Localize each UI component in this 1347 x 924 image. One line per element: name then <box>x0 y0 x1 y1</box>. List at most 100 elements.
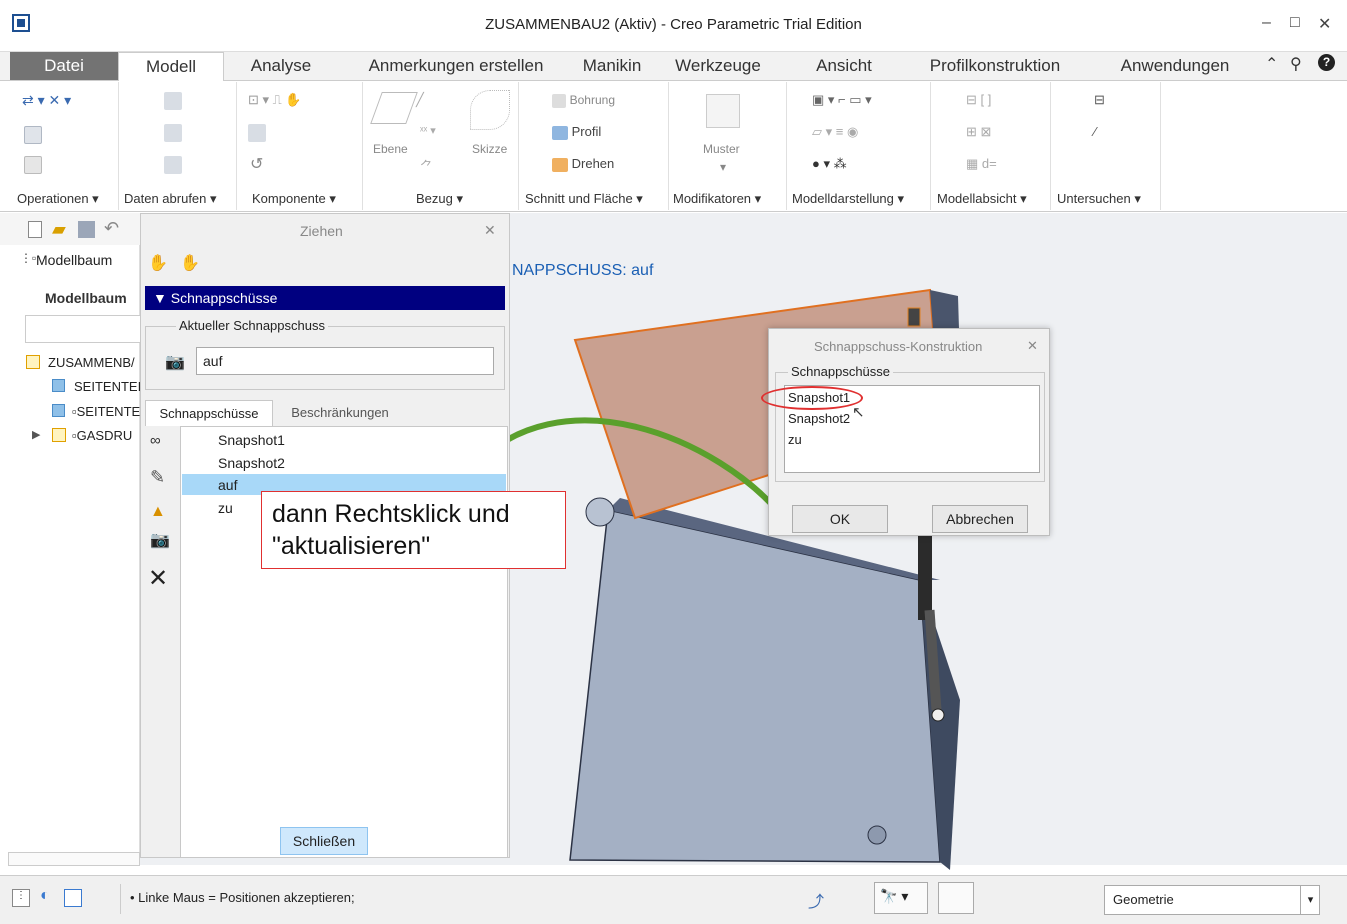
assemble-icon[interactable]: ⊡ ▾ ⎍ ✋ <box>248 92 302 108</box>
shrinkwrap-icon[interactable] <box>164 156 182 177</box>
ok-button[interactable]: OK <box>792 505 888 533</box>
tab-anwendungen[interactable]: Anwendungen <box>1105 52 1245 80</box>
dialog-close-button[interactable]: ✕ <box>1027 338 1038 354</box>
browser-icon[interactable]: ◐ <box>40 887 50 905</box>
hole-label: Bohrung <box>569 93 615 107</box>
group-modelldarstellung[interactable]: Modelldarstellung ▾ <box>792 188 904 210</box>
dialog-item-snapshot1[interactable]: Snapshot1 <box>788 390 850 405</box>
new-file-icon[interactable] <box>28 221 42 238</box>
group-daten-abrufen[interactable]: Daten abrufen ▾ <box>124 188 217 210</box>
edit-pencil-icon[interactable]: ✎ <box>150 467 165 488</box>
help-icon[interactable]: ? <box>1318 54 1335 71</box>
published-geometry-icon[interactable]: ⊟ [ ] <box>966 92 991 108</box>
group-schnitt-flaeche[interactable]: Schnitt und Fläche ▾ <box>525 188 643 210</box>
sketch-icon[interactable] <box>470 90 510 130</box>
dialog-item-zu[interactable]: zu <box>788 432 802 447</box>
parameters-icon[interactable]: ▦ d= <box>966 156 997 172</box>
pattern-icon[interactable] <box>706 94 740 128</box>
fullscreen-icon[interactable] <box>64 889 82 907</box>
tab-anmerkungen[interactable]: Anmerkungen erstellen <box>350 52 562 80</box>
tab-manikin[interactable]: Manikin <box>572 52 652 80</box>
tree-horizontal-scrollbar[interactable] <box>8 852 140 866</box>
tree-item-seitente[interactable]: ▫SEITENTE <box>72 404 140 419</box>
take-snapshot-icon[interactable]: 📷 <box>165 352 185 372</box>
drag-multi-icon[interactable]: ✋ <box>180 253 200 273</box>
point-icon[interactable]: ˣˣ ▾ <box>420 124 436 137</box>
copy-geometry-icon[interactable] <box>164 124 182 145</box>
axis-icon[interactable]: ╱ <box>416 92 424 108</box>
snapshot-item-auf[interactable]: auf <box>218 477 237 493</box>
tab-ansicht[interactable]: Ansicht <box>800 52 888 80</box>
selection-filter-dropdown[interactable]: Geometrie <box>1104 885 1320 915</box>
ziehen-close-button[interactable]: ✕ <box>484 222 496 239</box>
minimize-button[interactable]: – <box>1262 14 1271 32</box>
create-component-icon[interactable] <box>248 124 266 145</box>
snapshots-section-header[interactable]: ▼ Schnappschüsse <box>145 286 505 310</box>
search-icon[interactable]: ⚲ <box>1290 54 1302 74</box>
plane-label: Ebene <box>373 142 408 156</box>
tab-modell[interactable]: Modell <box>118 52 224 81</box>
open-folder-icon[interactable]: ▰ <box>52 219 66 240</box>
group-operationen[interactable]: Operationen ▾ <box>17 188 99 210</box>
tree-item-gasdru[interactable]: ▫GASDRU <box>72 428 132 443</box>
snapshot-item-2[interactable]: Snapshot2 <box>218 455 285 471</box>
view-cube-icon[interactable] <box>938 882 974 914</box>
model-tree-tab[interactable]: Modellbaum <box>36 252 112 268</box>
tab-werkzeuge[interactable]: Werkzeuge <box>662 52 774 80</box>
user-defined-feature-icon[interactable] <box>164 92 182 113</box>
paste-icon[interactable] <box>24 156 42 177</box>
group-komponente[interactable]: Komponente ▾ <box>252 188 336 210</box>
extrude-button[interactable]: Profil <box>552 124 601 140</box>
drag-components-icon[interactable]: ↺ <box>250 154 263 174</box>
dialog-item-snapshot2[interactable]: Snapshot2 <box>788 411 850 426</box>
tab-datei[interactable]: Datei <box>10 52 118 80</box>
tree-item-seitenteil[interactable]: SEITENTEIL <box>74 379 148 394</box>
gas-spring-eye <box>931 708 945 722</box>
explode-view-icon[interactable]: ▣ ▾ ⌐ ▭ ▾ <box>812 92 872 108</box>
maximize-button[interactable]: □ <box>1290 14 1300 32</box>
find-icon[interactable]: 🔭 ▾ <box>874 882 928 914</box>
cancel-button[interactable]: Abbrechen <box>932 505 1028 533</box>
part-icon <box>52 379 65 392</box>
close-window-button[interactable]: ✕ <box>1318 14 1331 34</box>
pattern-dropdown-icon[interactable]: ▾ <box>720 160 726 174</box>
chevron-down-icon[interactable]: ▾ <box>1300 885 1320 915</box>
drag-hand-icon[interactable]: ✋ <box>148 253 168 273</box>
hole-button[interactable]: Bohrung <box>552 92 615 108</box>
subassembly-icon <box>52 428 66 442</box>
show-snapshot-icon[interactable]: ∞ <box>150 432 161 449</box>
save-icon[interactable] <box>78 221 95 238</box>
group-untersuchen[interactable]: Untersuchen ▾ <box>1057 188 1141 210</box>
update-snapshot-icon[interactable]: 📷 <box>150 530 170 550</box>
tab-profilkonstruktion[interactable]: Profilkonstruktion <box>915 52 1075 80</box>
smart-select-icon[interactable]: ⤴ <box>808 888 824 912</box>
regenerate-icon[interactable]: ⇄ ▾ ✕ ▾ <box>22 92 71 109</box>
family-table-icon[interactable]: ⊞ ⊠ <box>966 124 991 140</box>
snapshot-item-1[interactable]: Snapshot1 <box>218 432 285 448</box>
csys-icon[interactable]: ⺈ <box>420 156 433 175</box>
undo-icon[interactable]: ↶ <box>104 218 119 239</box>
copy-icon[interactable] <box>24 126 42 147</box>
tree-item-assembly[interactable]: ZUSAMMENB/ <box>48 355 135 370</box>
tree-search-input[interactable] <box>25 315 145 343</box>
warning-icon[interactable]: ▲ <box>150 503 166 521</box>
expand-icon[interactable]: ▶ <box>32 428 40 441</box>
section-icon[interactable]: ▱ ▾ ≡ ◉ <box>812 124 858 140</box>
subtab-beschraenkungen[interactable]: Beschränkungen <box>276 400 404 426</box>
group-modifikatoren[interactable]: Modifikatoren ▾ <box>673 188 761 210</box>
model-tree-tab-icon[interactable]: ⋮▫ <box>20 251 36 265</box>
reference-viewer-icon[interactable]: ⊟ <box>1094 92 1105 108</box>
delete-icon[interactable]: ✕ <box>148 564 168 593</box>
bill-of-materials-icon[interactable]: ⁄ <box>1094 124 1096 139</box>
tree-toggle-icon[interactable]: ⋮ <box>12 889 30 907</box>
appearance-icon[interactable]: ● ▾ ⁂ <box>812 156 847 172</box>
tab-analyse[interactable]: Analyse <box>236 52 326 80</box>
current-snapshot-input[interactable]: auf <box>196 347 494 375</box>
close-panel-button[interactable]: Schließen <box>280 827 368 855</box>
revolve-button[interactable]: Drehen <box>552 156 614 172</box>
group-modellabsicht[interactable]: Modellabsicht ▾ <box>937 188 1027 210</box>
subtab-schnappschuesse[interactable]: Schnappschüsse <box>145 400 273 426</box>
snapshot-item-zu[interactable]: zu <box>218 500 233 516</box>
group-bezug[interactable]: Bezug ▾ <box>416 188 463 210</box>
collapse-ribbon-icon[interactable]: ⌃ <box>1265 54 1278 74</box>
